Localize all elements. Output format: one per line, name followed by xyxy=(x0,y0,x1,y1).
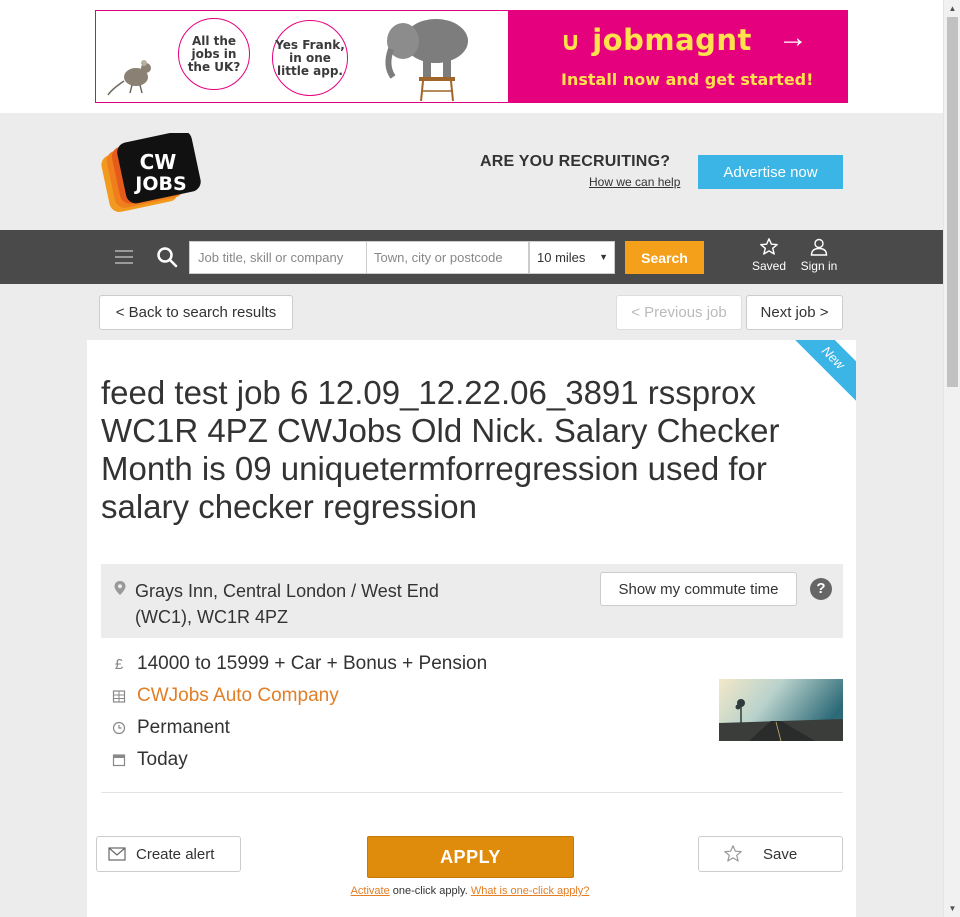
salary-row: £ 14000 to 15999 + Car + Bonus + Pension xyxy=(101,648,487,680)
job-details-card: New feed test job 6 12.09_12.22.06_3891 … xyxy=(87,340,856,917)
ad-speech-bubble-1: All the jobs in the UK? xyxy=(178,18,250,90)
building-icon xyxy=(101,686,137,706)
saved-jobs-link[interactable]: Saved xyxy=(748,237,790,273)
company-link[interactable]: CWJobs Auto Company xyxy=(137,685,339,707)
company-row: CWJobs Auto Company xyxy=(101,680,487,712)
job-keyword-input[interactable]: Job title, skill or company xyxy=(189,241,367,274)
distance-value: 10 miles xyxy=(537,250,586,265)
company-logo-image xyxy=(719,679,843,741)
pound-icon: £ xyxy=(114,655,124,673)
site-header: CW JOBS ARE YOU RECRUITING? How we can h… xyxy=(0,113,943,230)
cwjobs-logo[interactable]: CW JOBS xyxy=(100,133,205,213)
vertical-scrollbar[interactable]: ▲ ▼ xyxy=(943,0,960,917)
location-panel: Grays Inn, Central London / West End (WC… xyxy=(101,564,843,638)
clock-icon xyxy=(101,718,137,738)
advertise-now-button[interactable]: Advertise now xyxy=(698,155,843,189)
logo-text-cw: CW xyxy=(140,150,177,174)
search-nav-bar: Job title, skill or company Town, city o… xyxy=(0,230,943,284)
calendar-icon xyxy=(101,750,137,770)
job-location: Grays Inn, Central London / West End (WC… xyxy=(135,581,439,627)
one-click-apply-note: Activate one-click apply. What is one-cl… xyxy=(337,885,603,897)
search-icon[interactable] xyxy=(156,246,178,268)
page: All the jobs in the UK? Yes Frank, in on… xyxy=(0,0,943,917)
save-job-button[interactable]: Save xyxy=(698,836,843,872)
help-icon[interactable]: ? xyxy=(810,578,832,600)
what-is-one-click-link[interactable]: What is one-click apply? xyxy=(471,885,590,897)
posted-date-text: Today xyxy=(137,749,188,770)
one-click-text: one-click apply. xyxy=(389,885,471,897)
sign-in-link[interactable]: Sign in xyxy=(797,237,841,273)
star-outline-icon xyxy=(760,238,778,255)
previous-job-button[interactable]: < Previous job xyxy=(616,295,742,330)
menu-icon[interactable] xyxy=(115,250,133,264)
ad-cta-panel: ∪ jobmagnt → Install now and get started… xyxy=(508,11,847,102)
job-title: feed test job 6 12.09_12.22.06_3891 rssp… xyxy=(101,374,780,525)
back-to-results-button[interactable]: < Back to search results xyxy=(99,295,293,330)
ad-brand-text: jobmagnt xyxy=(592,23,752,57)
saved-label: Saved xyxy=(751,259,787,273)
create-alert-button[interactable]: Create alert xyxy=(96,836,241,872)
salary-text: 14000 to 15999 + Car + Bonus + Pension xyxy=(137,653,488,674)
magnet-icon: ∪ xyxy=(560,27,582,57)
recruiting-heading: ARE YOU RECRUITING? xyxy=(480,153,671,170)
apply-button[interactable]: APPLY xyxy=(367,836,574,878)
scroll-down-icon[interactable]: ▼ xyxy=(944,900,960,917)
section-divider xyxy=(101,792,843,793)
ad-band: All the jobs in the UK? Yes Frank, in on… xyxy=(0,0,943,113)
how-we-can-help-link[interactable]: How we can help xyxy=(589,175,680,189)
save-label: Save xyxy=(763,845,798,863)
activate-link[interactable]: Activate xyxy=(351,885,390,897)
elephant-illustration xyxy=(385,19,468,102)
signin-label: Sign in xyxy=(800,259,838,273)
ad-brand-name: ∪ jobmagnt xyxy=(560,23,752,57)
job-summary-list: £ 14000 to 15999 + Car + Bonus + Pension… xyxy=(101,648,487,776)
star-outline-icon xyxy=(724,845,742,862)
search-button[interactable]: Search xyxy=(625,241,704,274)
envelope-icon xyxy=(108,847,126,861)
jobmagnt-ad-banner[interactable]: All the jobs in the UK? Yes Frank, in on… xyxy=(95,10,848,103)
distance-select[interactable]: 10 miles ▼ xyxy=(529,241,615,274)
location-input[interactable]: Town, city or postcode xyxy=(366,241,529,274)
logo-text-jobs: JOBS xyxy=(133,173,186,195)
ad-tagline: Install now and get started! xyxy=(561,70,814,89)
scroll-up-icon[interactable]: ▲ xyxy=(944,0,960,17)
posted-row: Today xyxy=(101,744,487,776)
ad-speech-bubble-2: Yes Frank, in one little app. xyxy=(272,20,348,96)
job-type-row: Permanent xyxy=(101,712,487,744)
show-commute-button[interactable]: Show my commute time xyxy=(600,572,797,606)
arrow-right-icon: → xyxy=(778,21,808,54)
job-type-text: Permanent xyxy=(137,717,230,738)
map-pin-icon xyxy=(114,581,126,595)
ad-illustration: All the jobs in the UK? Yes Frank, in on… xyxy=(96,11,508,102)
mouse-illustration xyxy=(107,60,151,96)
next-job-button[interactable]: Next job > xyxy=(746,295,843,330)
user-icon xyxy=(810,238,828,256)
create-alert-label: Create alert xyxy=(136,845,215,863)
scroll-thumb[interactable] xyxy=(947,17,958,387)
caret-down-icon: ▼ xyxy=(599,252,608,262)
